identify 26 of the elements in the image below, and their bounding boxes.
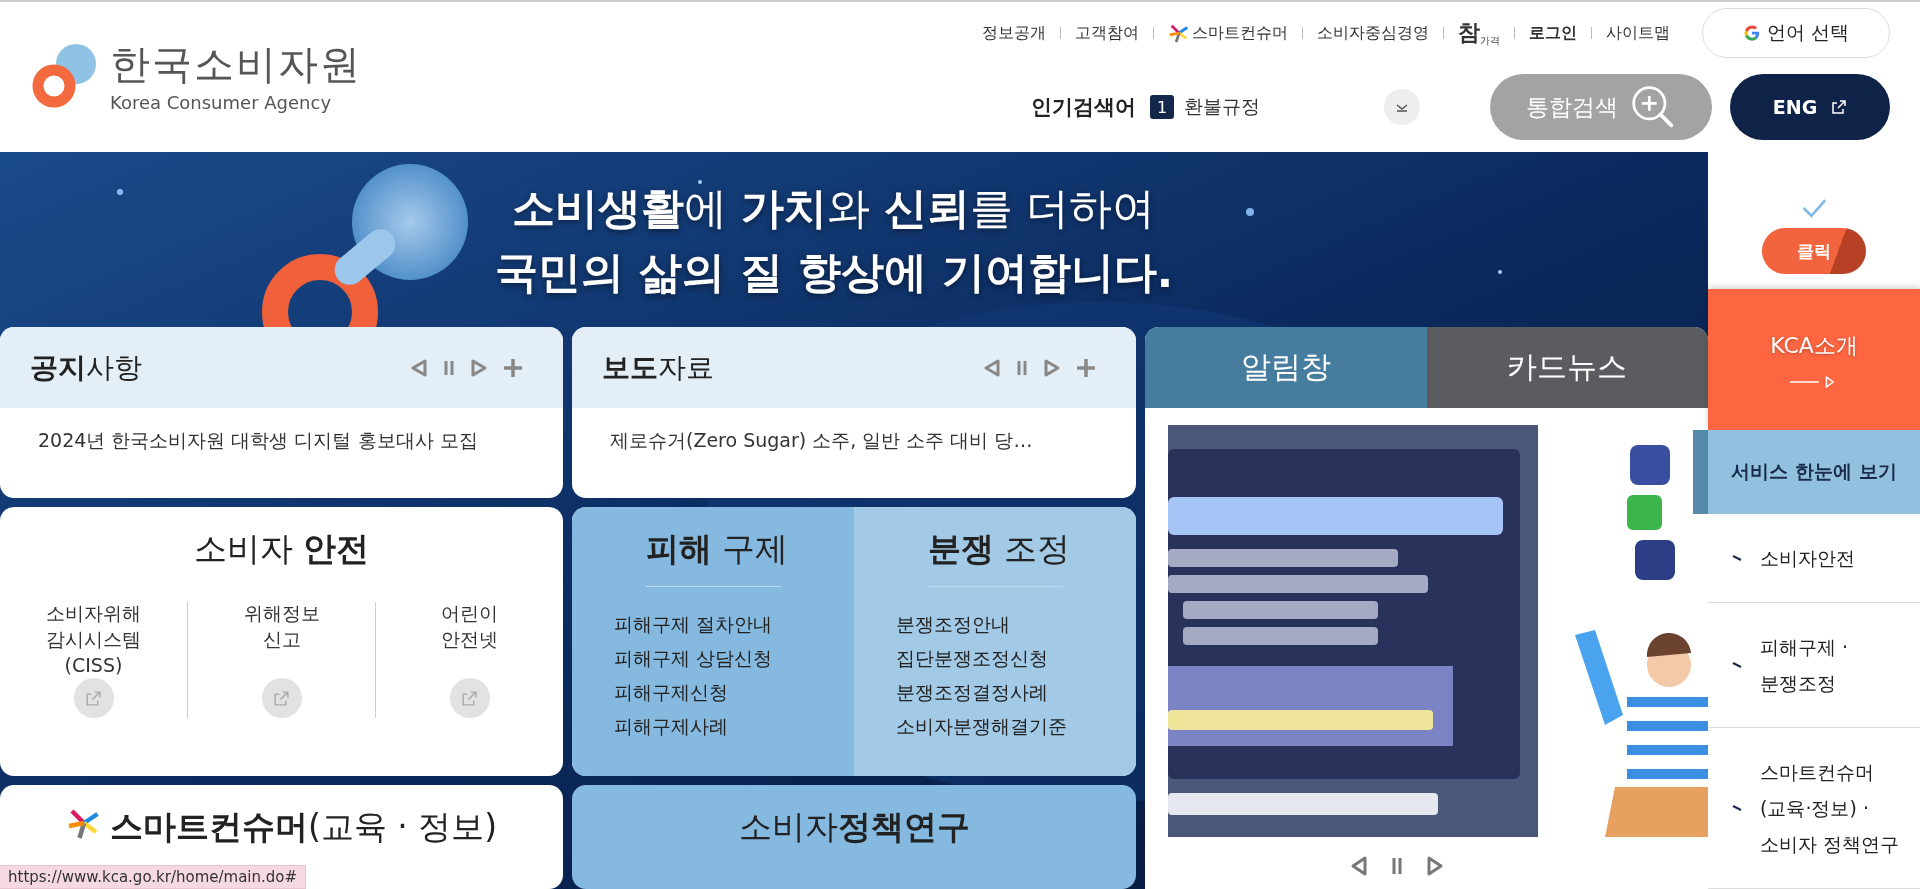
sidebar-link[interactable]: 피해구제 · 분쟁조정 (1760, 629, 1849, 701)
logo-name: 한국소비자원 (110, 40, 362, 89)
search-icon (1630, 84, 1676, 130)
sparkle-icon (1168, 22, 1190, 44)
top-link[interactable]: 고객참여 (1075, 22, 1139, 44)
eng-button[interactable]: ENG (1730, 74, 1890, 140)
popular-search-term[interactable]: 환불규정 (1184, 94, 1384, 120)
dash-icon (1732, 662, 1742, 668)
top-link[interactable]: 스마트컨슈머 (1168, 22, 1288, 44)
top-link[interactable]: 로그인 (1529, 22, 1577, 44)
top-link[interactable]: 정보공개 (982, 22, 1046, 44)
google-icon (1742, 24, 1761, 42)
logo-subtitle: Korea Consumer Agency (110, 92, 333, 113)
sidebar-link[interactable]: 스마트컨슈머 (교육·정보) · 소비자 정책연구 (1760, 754, 1900, 862)
dash-icon (1732, 805, 1742, 811)
check-icon (1801, 198, 1827, 218)
expand-button[interactable] (1384, 89, 1420, 125)
section-heading: 서비스 한눈에 보기 (1693, 430, 1920, 514)
top-link[interactable]: 소비자중심경영 (1317, 22, 1429, 44)
popular-search-label: 인기검색어 (1031, 94, 1136, 121)
rank-badge: 1 (1150, 95, 1174, 119)
sidebar-link[interactable]: 소비자안전 (1760, 540, 1855, 576)
dash-icon (1732, 555, 1742, 561)
top-link[interactable]: 사이트맵 (1606, 22, 1670, 44)
external-link-icon (1831, 99, 1848, 115)
language-button[interactable]: 언어 선택 (1702, 8, 1890, 58)
